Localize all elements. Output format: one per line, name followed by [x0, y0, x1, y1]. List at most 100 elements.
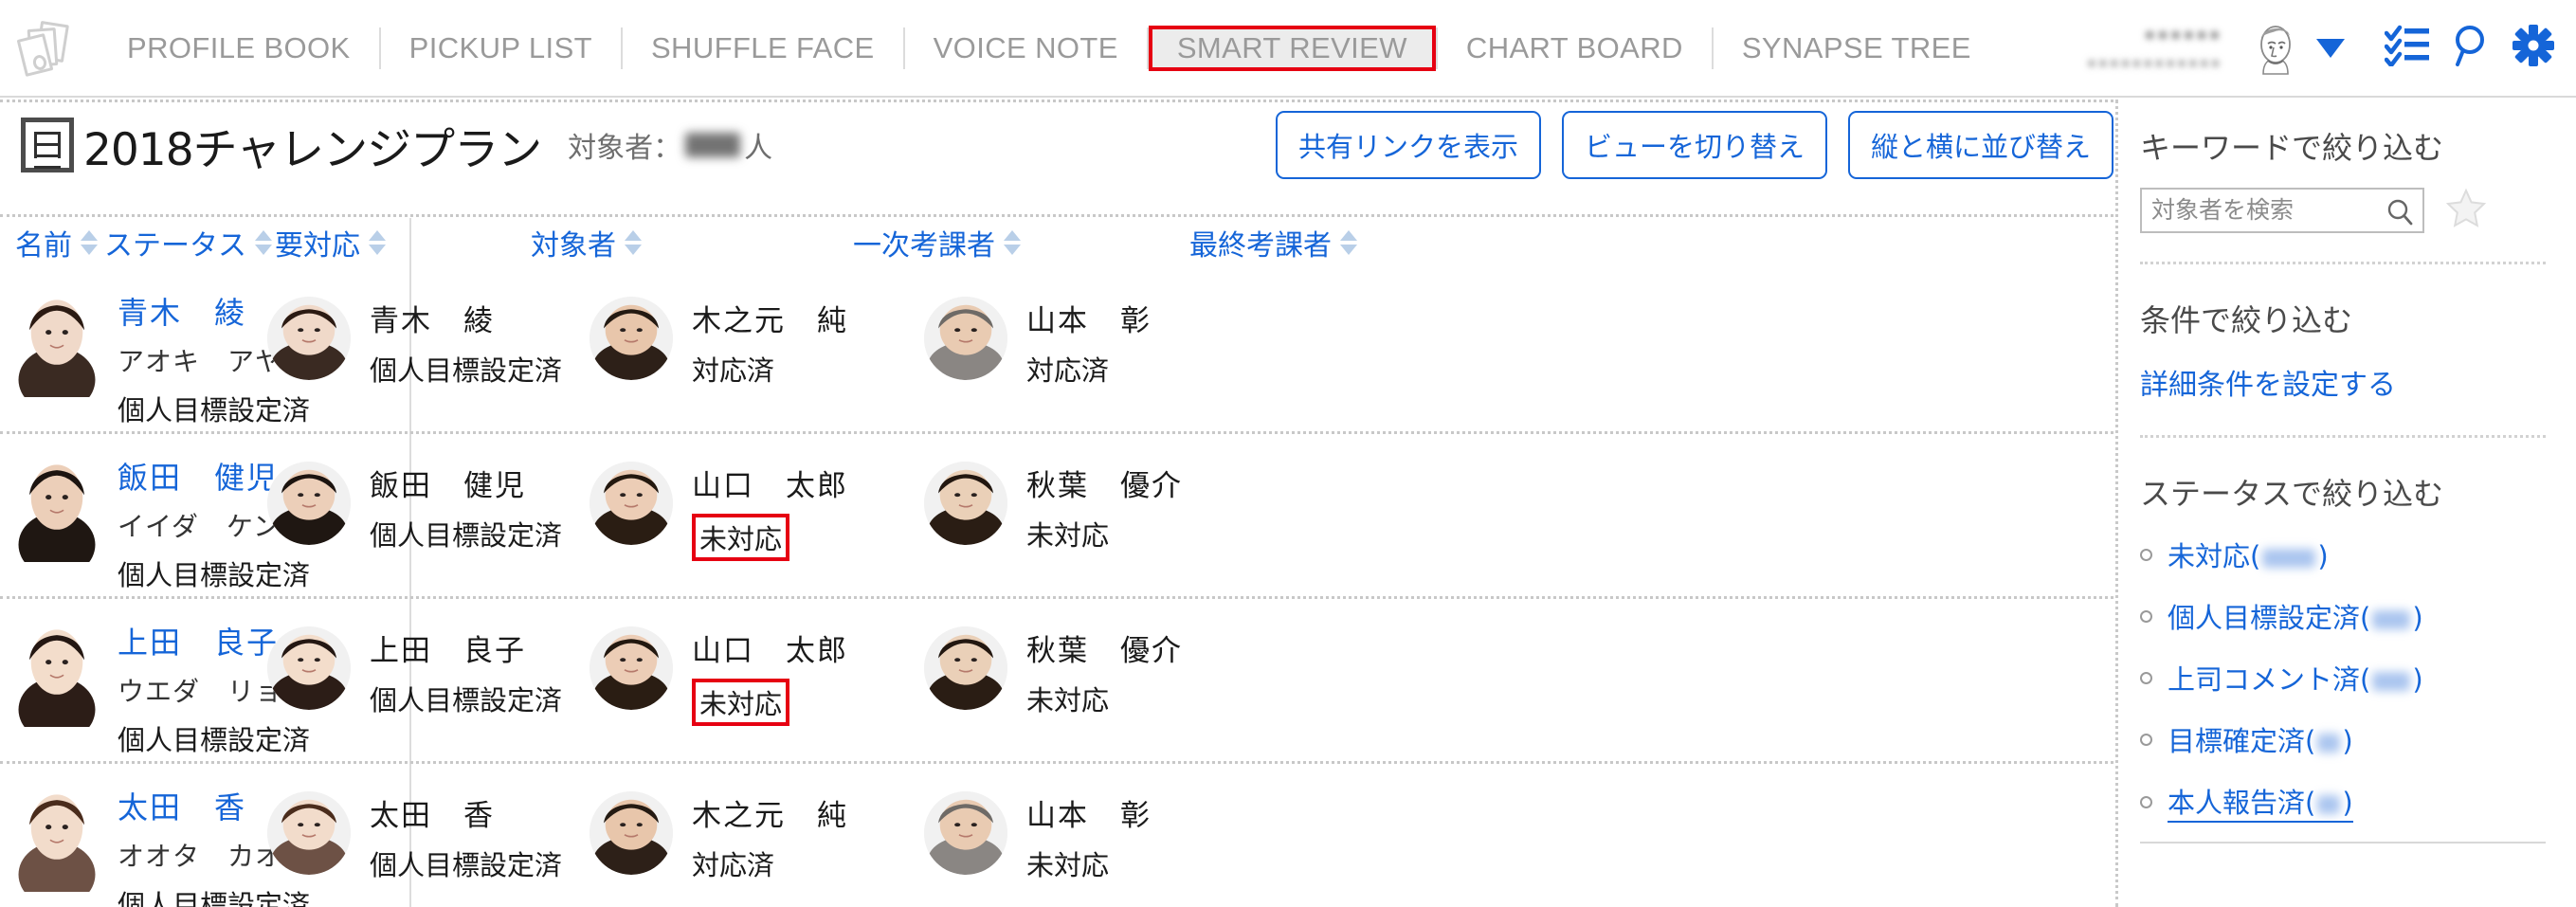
nav-item-smart-review[interactable]: SMART REVIEW — [1148, 25, 1436, 71]
subject-count-label: 対象者： — [568, 133, 682, 164]
sort-arrows-icon[interactable] — [1340, 230, 1357, 255]
condition-filter-title: 条件で絞り込む — [2140, 302, 2353, 338]
column-header-3[interactable]: 対象者 — [531, 222, 642, 263]
avatar — [590, 462, 673, 545]
person-status: 未対応 — [1026, 519, 1110, 552]
person-status: 個人目標設定済 — [118, 559, 311, 591]
cell-final-evaluator: 秋葉 優介 未対応 — [924, 462, 1183, 553]
cell-target: 飯田 健児個人目標設定済 — [267, 462, 562, 553]
status-filter-item[interactable]: 本人報告済() — [2140, 781, 2576, 823]
status-filter-link[interactable]: 上司コメント済() — [2168, 658, 2423, 698]
status-filter-item[interactable]: 目標確定済() — [2140, 719, 2576, 760]
table-body: 青木 綾アオキ アヤ個人目標設定済 青木 綾個人目標設定済 木之元 純対応済 — [0, 266, 2113, 907]
column-header-0[interactable]: 名前 — [15, 222, 98, 263]
star-icon[interactable] — [2445, 187, 2487, 233]
column-header-label: 名前 — [15, 229, 72, 263]
status-filter-link[interactable]: 未対応() — [2168, 535, 2329, 575]
transpose-button[interactable]: 縦と横に並び替え — [1847, 111, 2113, 179]
user-name: ●●●●●● — [2143, 23, 2222, 45]
table-row: 太田 香オオタ カオリ個人目標設定済 太田 香個人目標設定済 木之元 純対応済 — [0, 761, 2113, 907]
sort-arrows-icon[interactable] — [81, 230, 98, 255]
detail-condition-link[interactable]: 詳細条件を設定する — [2140, 361, 2576, 403]
search-icon[interactable] — [2386, 198, 2414, 231]
sort-arrows-icon[interactable] — [1004, 230, 1021, 255]
status-filter-link[interactable]: 個人目標設定済() — [2168, 596, 2423, 637]
table-row: 飯田 健児 イイダ ケンジ 個人目標設定済 飯田 健児 個人目標設定済 山口 太郎 未対… — [0, 431, 2113, 596]
cell-primary-evaluator: 山口 太郎 未対応 — [590, 462, 848, 561]
column-header-1[interactable]: ステータス — [104, 222, 272, 263]
column-header-2[interactable]: 要対応 — [275, 222, 386, 263]
search-input[interactable] — [2142, 189, 2422, 231]
cell-target: 太田 香個人目標設定済 — [267, 791, 562, 883]
person-name: 上田 良子 — [370, 634, 526, 668]
radio-bullet-icon[interactable] — [2140, 795, 2152, 808]
cell-primary-evaluator: 木之元 純対応済 — [590, 297, 848, 389]
radio-bullet-icon[interactable] — [2140, 672, 2152, 684]
chevron-down-icon[interactable] — [2316, 38, 2345, 58]
nav-item-chart-board[interactable]: CHART BOARD — [1438, 26, 1712, 71]
nav-right-cluster: ●●●●●● ●●●●●●●●●●●● — [2087, 19, 2576, 78]
search-row — [2140, 187, 2576, 233]
search-input-wrapper[interactable] — [2140, 187, 2424, 233]
header-actions: 共有リンクを表示 ビューを切り替え 縦と横に並び替え — [1255, 100, 2113, 190]
radio-bullet-icon[interactable] — [2140, 610, 2152, 623]
person-name: 青木 綾 — [370, 304, 495, 338]
column-header-4[interactable]: 一次考課者 — [853, 222, 1021, 263]
sort-arrows-icon[interactable] — [255, 230, 272, 255]
gear-icon[interactable] — [2512, 24, 2555, 72]
status-filter-label: 上司コメント済 — [2168, 663, 2361, 696]
user-avatar-icon[interactable] — [2246, 19, 2305, 78]
stacked-photos-icon — [16, 20, 80, 77]
sort-arrows-icon[interactable] — [625, 230, 642, 255]
show-share-link-button[interactable]: 共有リンクを表示 — [1275, 111, 1541, 179]
sidebar-divider-2 — [2140, 435, 2546, 438]
avatar — [267, 462, 351, 545]
person-status: 対応済 — [1026, 354, 1110, 387]
user-identity: ●●●●●● ●●●●●●●●●●●● — [2087, 24, 2222, 73]
status-filter-link[interactable]: 目標確定済() — [2168, 719, 2353, 760]
nav-item-pickup-list[interactable]: PICKUP LIST — [381, 26, 621, 71]
avatar — [15, 289, 99, 397]
person-status: 個人目標設定済 — [370, 684, 563, 717]
checklist-icon[interactable] — [2384, 25, 2430, 71]
divider-top — [0, 100, 2113, 102]
row-separator — [0, 761, 2113, 764]
avatar — [267, 626, 351, 710]
nav-item-shuffle-face[interactable]: SHUFFLE FACE — [623, 26, 903, 71]
cell-final-evaluator: 山本 彰未対応 — [924, 791, 1152, 883]
radio-bullet-icon[interactable] — [2140, 549, 2152, 561]
nav-item-profile-book[interactable]: PROFILE BOOK — [99, 26, 379, 71]
status-filter-item[interactable]: 上司コメント済() — [2140, 658, 2576, 698]
avatar — [590, 626, 673, 710]
cell-subject: 青木 綾アオキ アヤ 個人目標設定済 — [15, 289, 310, 428]
status-filter-section: ステータスで絞り込む 未対応() 個人目標設定済() 上司コメント済() 目標確定済(… — [2140, 470, 2576, 844]
person-name: 秋葉 優介 — [1026, 469, 1183, 503]
person-name: 飯田 健児 — [370, 469, 526, 503]
person-status: 個人目標設定済 — [370, 519, 563, 552]
subject-count: 対象者： 人 — [568, 124, 772, 166]
cell-subject: 太田 香オオタ カオリ 個人目標設定済 — [15, 784, 310, 907]
person-status: 個人目標設定済 — [370, 354, 563, 387]
status-filter-item[interactable]: 未対応() — [2140, 535, 2576, 575]
nav-item-synapse-tree[interactable]: SYNAPSE TREE — [1714, 26, 2000, 71]
avatar — [15, 619, 99, 727]
search-icon[interactable] — [2451, 24, 2491, 72]
nav-item-voice-note[interactable]: VOICE NOTE — [905, 26, 1147, 71]
status-filter-count: () — [2305, 787, 2353, 819]
radio-bullet-icon[interactable] — [2140, 734, 2152, 746]
column-header-5[interactable]: 最終考課者 — [1189, 222, 1357, 263]
cell-primary-evaluator: 山口 太郎 未対応 — [590, 626, 848, 726]
switch-view-button[interactable]: ビューを切り替え — [1561, 111, 1827, 179]
status-filter-item[interactable]: 個人目標設定済() — [2140, 596, 2576, 637]
nav-items: PROFILE BOOK PICKUP LIST SHUFFLE FACE VOICE… — [99, 0, 2000, 96]
status-filter-link[interactable]: 本人報告済() — [2168, 781, 2353, 823]
status-filter-label: 個人目標設定済 — [2168, 602, 2361, 634]
avatar — [924, 462, 1007, 545]
avatar — [267, 297, 351, 380]
person-status: 個人目標設定済 — [118, 889, 311, 907]
person-status: 対応済 — [692, 849, 775, 881]
person-name: 山口 太郎 — [692, 634, 848, 668]
person-name: 木之元 純 — [692, 799, 848, 833]
status-badge-alert: 未対応 — [692, 514, 790, 561]
sort-arrows-icon[interactable] — [369, 230, 386, 255]
